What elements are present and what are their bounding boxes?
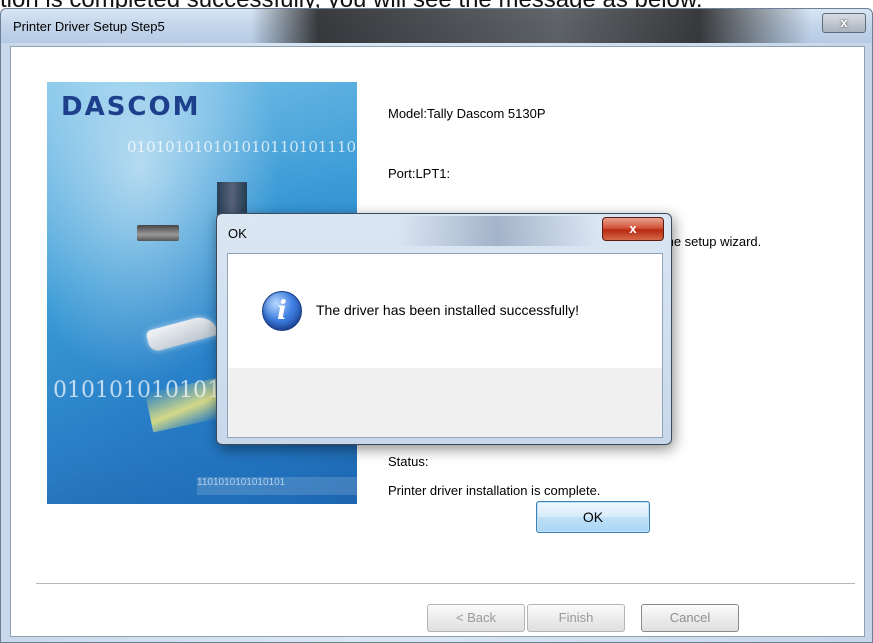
window-title: Printer Driver Setup Step5 [13, 19, 165, 34]
dialog-titlebar-glass [397, 216, 597, 246]
dascom-logo: DASCOM [61, 92, 201, 122]
status-value: Printer driver installation is complete. [388, 483, 601, 498]
window-close-button[interactable]: x [822, 13, 866, 33]
dialog-footer: OK [228, 368, 662, 533]
wizard-instruction-text: the setup wizard. [663, 234, 762, 249]
cancel-button[interactable]: Cancel [641, 604, 739, 632]
dialog-message: The driver has been installed successful… [316, 302, 580, 318]
model-label: Model:Tally Dascom 5130P [388, 106, 546, 121]
status-label: Status: [388, 454, 429, 469]
banner-printer-graphic [137, 225, 179, 241]
dialog-title: OK [228, 226, 247, 241]
information-icon: i [262, 291, 302, 331]
dialog-body: i The driver has been installed successf… [227, 253, 663, 533]
back-button[interactable]: < Back [427, 604, 525, 632]
banner-plane-graphic [145, 313, 219, 353]
finish-button[interactable]: Finish [527, 604, 625, 632]
dialog-close-button[interactable]: x [602, 217, 664, 241]
banner-binary-text-large: 010101010101 [53, 378, 221, 403]
titlebar-glass [251, 9, 811, 43]
banner-binary-band: 1101010101010101 [197, 477, 357, 495]
success-dialog: OK x i The driver has been installed suc… [216, 213, 672, 533]
button-separator [36, 583, 855, 585]
port-label: Port:LPT1: [388, 166, 451, 181]
banner-binary-text: 01010101010101011010111010 [127, 138, 357, 156]
window-titlebar[interactable]: Printer Driver Setup Step5 x [1, 9, 872, 43]
ok-button[interactable]: OK [536, 501, 650, 533]
